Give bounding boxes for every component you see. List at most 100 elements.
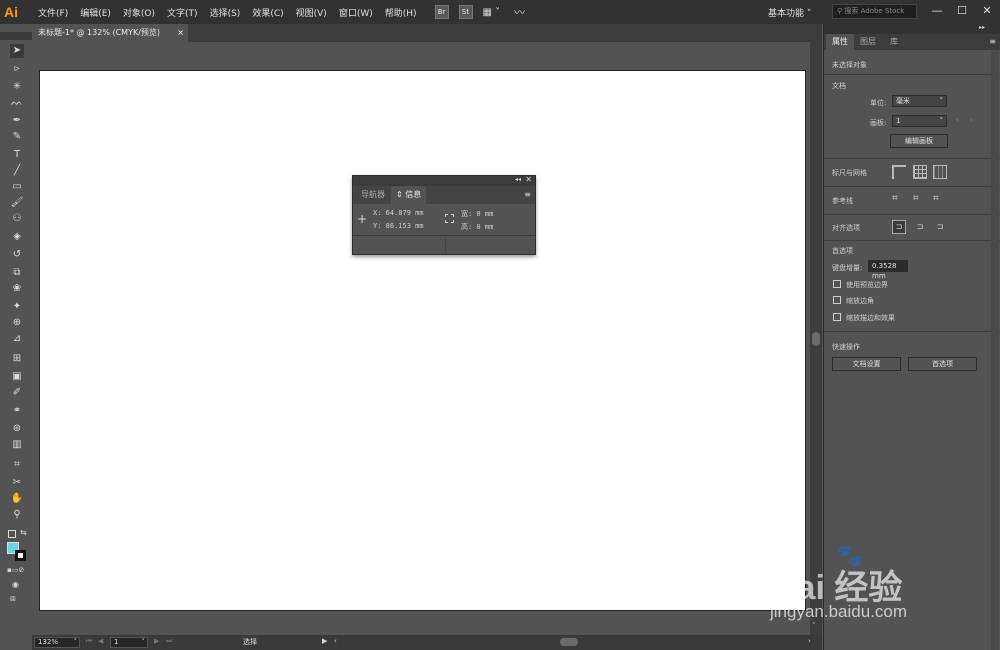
first-artboard-icon[interactable]: ⏮ (86, 637, 92, 646)
chevron-down-icon: ˅ (939, 117, 944, 125)
lock-guides-icon[interactable]: ⌗ (913, 192, 927, 206)
snap-to-point-icon[interactable]: ⊐ (892, 220, 906, 234)
arrange-documents-icon[interactable]: ▦ ˅ (483, 7, 501, 18)
minimize-button[interactable]: — (925, 2, 949, 20)
prev-artboard-icon[interactable]: ◀ (98, 637, 103, 645)
artboard[interactable] (39, 70, 806, 611)
tools-panel: ➤ ▹ ✳ ᨓ ✒ ✎ T ╱ ▭ 🖌 ⚇ ◈ ↺ ⧉ ❀ ✦ ⊕ ⊿ ⊞ ▣ … (4, 40, 28, 610)
shape-builder-tool-icon[interactable]: ⊕ (10, 316, 24, 330)
use-preview-bounds-checkbox[interactable] (833, 280, 841, 288)
column-graph-tool-icon[interactable]: ▥ (10, 438, 24, 452)
last-artboard-icon[interactable]: ⏭ (166, 637, 172, 646)
pixel-grid-icon[interactable] (933, 165, 947, 179)
units-select[interactable]: 毫米 ˅ (892, 95, 947, 107)
tab-navigator[interactable]: 导航器 (356, 186, 390, 204)
warp-tool-icon[interactable]: ❀ (10, 282, 24, 296)
puppet-warp-tool-icon[interactable]: ✦ (10, 300, 24, 314)
menu-help[interactable]: 帮助(H) (385, 6, 417, 19)
menu-type[interactable]: 文字(T) (167, 6, 198, 19)
rectangle-tool-icon[interactable]: ▭ (10, 180, 24, 194)
vertical-scroll-thumb[interactable] (812, 332, 820, 346)
tab-properties[interactable]: 属性 (826, 34, 854, 50)
collapse-dock-icon[interactable]: ▸▸ (979, 24, 985, 31)
crosshair-icon: + (357, 212, 368, 226)
tab-libraries[interactable]: 库 (884, 34, 904, 50)
perspective-grid-tool-icon[interactable]: ⊿ (10, 332, 24, 346)
menu-edit[interactable]: 编辑(E) (80, 6, 111, 19)
document-setup-button[interactable]: 文档设置 (832, 357, 901, 371)
default-colors-icon[interactable] (8, 530, 16, 538)
slice-tool-icon[interactable]: ✂ (10, 476, 24, 490)
blend-tool-icon[interactable]: ⚭ (10, 404, 24, 418)
selection-tool-icon[interactable]: ➤ (10, 44, 24, 58)
prev-artboard-icon[interactable]: ‹ (956, 116, 959, 124)
close-panel-icon[interactable]: ✕ (525, 175, 532, 184)
snap-to-grid-icon[interactable]: ⊐ (913, 220, 927, 234)
gradient-tool-icon[interactable]: ▣ (10, 370, 24, 384)
zoom-tool-icon[interactable]: ⚲ (10, 508, 24, 522)
artboard-number-select[interactable]: 1 ˅ (110, 637, 148, 648)
close-window-button[interactable]: ✕ (975, 2, 999, 20)
curvature-tool-icon[interactable]: ✎ (10, 130, 24, 144)
status-menu-icon[interactable]: ▶ (322, 637, 327, 645)
menu-file[interactable]: 文件(F) (38, 6, 68, 19)
preferences-button[interactable]: 首选项 (908, 357, 977, 371)
zoom-select[interactable]: 132% ˅ (34, 637, 80, 648)
collapse-panel-icon[interactable]: ◂◂ (515, 176, 521, 183)
next-artboard-icon[interactable]: › (970, 116, 973, 124)
scale-corners-checkbox[interactable] (833, 296, 841, 304)
grid-icon[interactable] (913, 165, 927, 179)
menu-select[interactable]: 选择(S) (210, 6, 241, 19)
line-tool-icon[interactable]: ╱ (10, 164, 24, 178)
rotate-tool-icon[interactable]: ↺ (10, 248, 24, 262)
menu-object[interactable]: 对象(O) (123, 6, 155, 19)
stroke-swatch[interactable] (15, 550, 26, 561)
tab-layers[interactable]: 图层 (854, 34, 882, 50)
snap-to-pixel-icon[interactable]: ⊐ (933, 220, 947, 234)
eraser-tool-icon[interactable]: ◈ (10, 230, 24, 244)
direct-selection-tool-icon[interactable]: ▹ (10, 62, 24, 76)
symbol-sprayer-tool-icon[interactable]: ⊛ (10, 422, 24, 436)
smart-guides-icon[interactable]: ⌗ (933, 192, 947, 206)
panel-menu-icon[interactable]: ≡ (524, 190, 531, 199)
color-mode-icons[interactable]: ▪▭⊘ (7, 566, 24, 574)
horizontal-scroll-thumb[interactable] (560, 638, 578, 646)
menu-effect[interactable]: 效果(C) (252, 6, 283, 19)
guides-icon[interactable]: ⌗ (892, 192, 906, 206)
tab-info[interactable]: ⇕ 信息 (391, 186, 427, 204)
swap-colors-icon[interactable]: ⇆ (20, 528, 27, 537)
shaper-tool-icon[interactable]: ⚇ (10, 212, 24, 226)
scroll-left-icon[interactable]: ‹ (334, 637, 337, 645)
type-tool-icon[interactable]: T (10, 148, 24, 162)
next-artboard-icon[interactable]: ▶ (154, 637, 159, 645)
info-panel-header[interactable]: ◂◂ ✕ (353, 175, 535, 186)
document-tab[interactable]: 未标题-1* @ 132% (CMYK/预览) × (32, 24, 188, 42)
keyboard-increment-input[interactable]: 0.3528 mm (868, 260, 908, 280)
lasso-tool-icon[interactable]: ᨓ (10, 96, 24, 110)
magic-wand-tool-icon[interactable]: ✳ (10, 80, 24, 94)
scale-tool-icon[interactable]: ⧉ (10, 266, 24, 280)
drawing-mode-icon[interactable]: ◉ (12, 580, 19, 589)
artboard-select[interactable]: 1 ˅ (892, 115, 947, 127)
status-mode[interactable]: 选择 (180, 637, 320, 648)
workspace-switcher[interactable]: 基本功能 ˅ (768, 6, 811, 19)
gpu-performance-icon[interactable]: 〰 (514, 4, 525, 20)
mesh-tool-icon[interactable]: ⊞ (10, 352, 24, 366)
ruler-icon[interactable] (892, 165, 906, 179)
artboard-tool-icon[interactable]: ⌗ (10, 458, 24, 472)
menu-view[interactable]: 视图(V) (296, 6, 327, 19)
screen-mode-icon[interactable]: ⧈ (10, 594, 16, 604)
maximize-button[interactable]: ☐ (950, 2, 974, 20)
edit-artboards-button[interactable]: 编辑画板 (890, 134, 948, 148)
pen-tool-icon[interactable]: ✒ (10, 114, 24, 128)
paintbrush-tool-icon[interactable]: 🖌 (10, 196, 24, 210)
stock-button[interactable]: St (458, 5, 473, 19)
scale-strokes-checkbox[interactable] (833, 313, 841, 321)
menu-window[interactable]: 窗口(W) (339, 6, 373, 19)
bridge-button[interactable]: Br (434, 5, 449, 19)
eyedropper-tool-icon[interactable]: ✐ (10, 386, 24, 400)
properties-menu-icon[interactable]: ≡ (989, 37, 996, 46)
stock-search-input[interactable]: ⚲ 搜索 Adobe Stock (832, 4, 917, 19)
hand-tool-icon[interactable]: ✋ (10, 492, 24, 506)
close-tab-icon[interactable]: × (177, 24, 184, 42)
